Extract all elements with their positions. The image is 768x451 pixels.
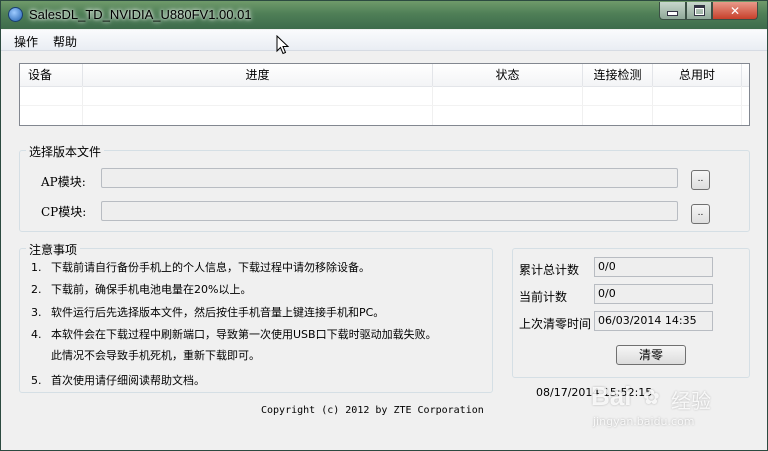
window-title: SalesDL_TD_NVIDIA_U880FV1.00.01 (29, 7, 252, 22)
note-item: 3. 软件运行后先选择版本文件，然后按住手机音量上键连接手机和PC。 (31, 306, 385, 319)
note-item: 5. 首次使用请仔细阅读帮助文档。 (31, 374, 205, 387)
minimize-button[interactable] (659, 2, 686, 20)
column-progress[interactable]: 进度 (83, 64, 433, 86)
note-item: 1. 下载前请自行备份手机上的个人信息，下载过程中请勿移除设备。 (31, 261, 370, 274)
watermark-url: jingyan.baidu.com (593, 415, 695, 428)
column-device[interactable]: 设备 (20, 64, 83, 86)
reset-button[interactable]: 清零 (616, 345, 686, 365)
total-count-label: 累计总计数 (519, 263, 580, 277)
menu-help[interactable]: 帮助 (53, 33, 77, 50)
last-reset-label: 上次清零时间 (519, 317, 592, 331)
watermark: Bai ✿ 经验 jingyan.baidu.com (591, 381, 751, 433)
main-window: SalesDL_TD_NVIDIA_U880FV1.00.01 ✕ 操作 帮助 … (0, 0, 768, 451)
column-total-time[interactable]: 总用时 (653, 64, 742, 86)
notes-group-title: 注意事项 (26, 241, 81, 258)
menu-operate[interactable]: 操作 (14, 33, 38, 50)
title-bar[interactable]: SalesDL_TD_NVIDIA_U880FV1.00.01 ✕ (1, 1, 767, 29)
column-connection-check[interactable]: 连接检测 (583, 64, 653, 86)
cp-browse-button[interactable]: .. (691, 204, 710, 224)
current-count-value: 0/0 (594, 284, 713, 304)
app-icon (8, 7, 23, 22)
note-item: 此情况不会导致手机死机，重新下载即可。 (51, 349, 260, 362)
device-table: 设备 进度 状态 连接检测 总用时 (19, 63, 750, 126)
watermark-brand: Bai (591, 381, 632, 411)
cp-module-label: CP模块: (41, 205, 87, 219)
maximize-icon (693, 5, 705, 16)
mouse-cursor-icon (276, 35, 290, 55)
last-reset-value: 06/03/2014 14:35 (594, 311, 713, 331)
ap-module-label: AP模块: (41, 175, 86, 189)
column-status[interactable]: 状态 (433, 64, 583, 86)
total-count-value: 0/0 (594, 257, 713, 277)
row-divider (20, 105, 749, 106)
watermark-brand2: 经验 (671, 389, 711, 413)
note-item: 2. 下载前，确保手机电池电量在20%以上。 (31, 283, 252, 296)
cp-module-path-field[interactable] (101, 201, 678, 221)
minimize-icon (667, 11, 678, 16)
version-file-group-title: 选择版本文件 (26, 143, 105, 160)
table-header: 设备 进度 状态 连接检测 总用时 (20, 64, 749, 87)
close-button[interactable]: ✕ (712, 2, 758, 20)
ap-module-path-field[interactable] (101, 168, 678, 188)
close-icon: ✕ (729, 3, 741, 18)
watermark-paw-icon: ✿ (643, 385, 660, 409)
copyright-text: Copyright (c) 2012 by ZTE Corporation (261, 405, 484, 416)
menu-bar: 操作 帮助 (1, 30, 767, 51)
note-item: 4. 本软件会在下载过程中刷新端口，导致第一次使用USB口下载时驱动加载失败。 (31, 328, 437, 341)
maximize-button[interactable] (686, 2, 712, 20)
ap-browse-button[interactable]: .. (691, 170, 710, 190)
current-count-label: 当前计数 (519, 290, 568, 304)
